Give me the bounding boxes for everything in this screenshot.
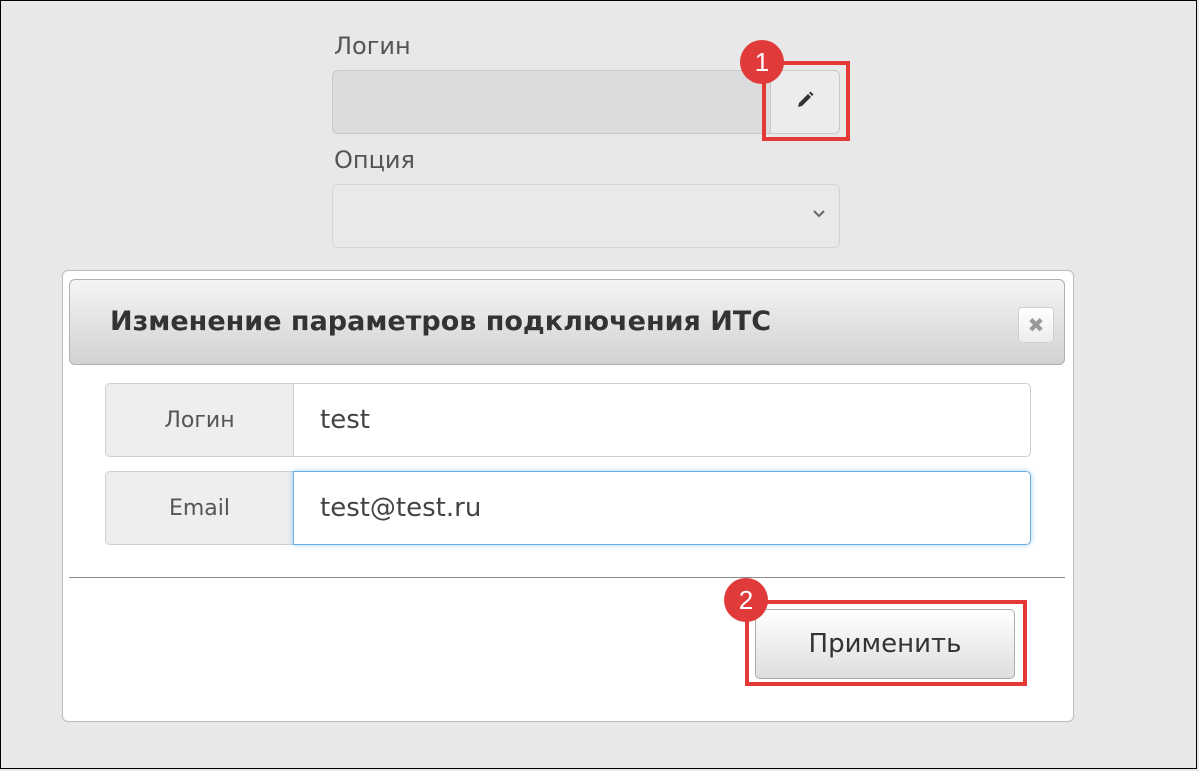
chevron-down-icon xyxy=(811,205,827,225)
close-button[interactable]: ✖ xyxy=(1018,307,1054,343)
dialog-title: Изменение параметров подключения ИТС xyxy=(110,306,772,337)
dialog-email-input[interactable]: test@test.ru xyxy=(293,471,1031,545)
dialog-login-label: Логин xyxy=(105,383,293,457)
login-field[interactable] xyxy=(332,70,772,134)
option-label: Опция xyxy=(334,146,415,174)
login-label: Логин xyxy=(334,32,411,60)
dialog-login-input[interactable]: test xyxy=(293,383,1031,457)
email-row: Email test@test.ru xyxy=(105,471,1031,545)
highlight-apply-button xyxy=(745,600,1027,686)
dialog-email-label: Email xyxy=(105,471,293,545)
close-icon: ✖ xyxy=(1027,313,1045,337)
dialog-divider xyxy=(69,577,1065,578)
dialog-header: Изменение параметров подключения ИТС ✖ xyxy=(69,279,1065,365)
step-marker-2: 2 xyxy=(724,578,768,622)
option-select[interactable] xyxy=(332,184,840,248)
step-marker-1: 1 xyxy=(740,40,784,84)
login-row: Логин test xyxy=(105,383,1031,457)
